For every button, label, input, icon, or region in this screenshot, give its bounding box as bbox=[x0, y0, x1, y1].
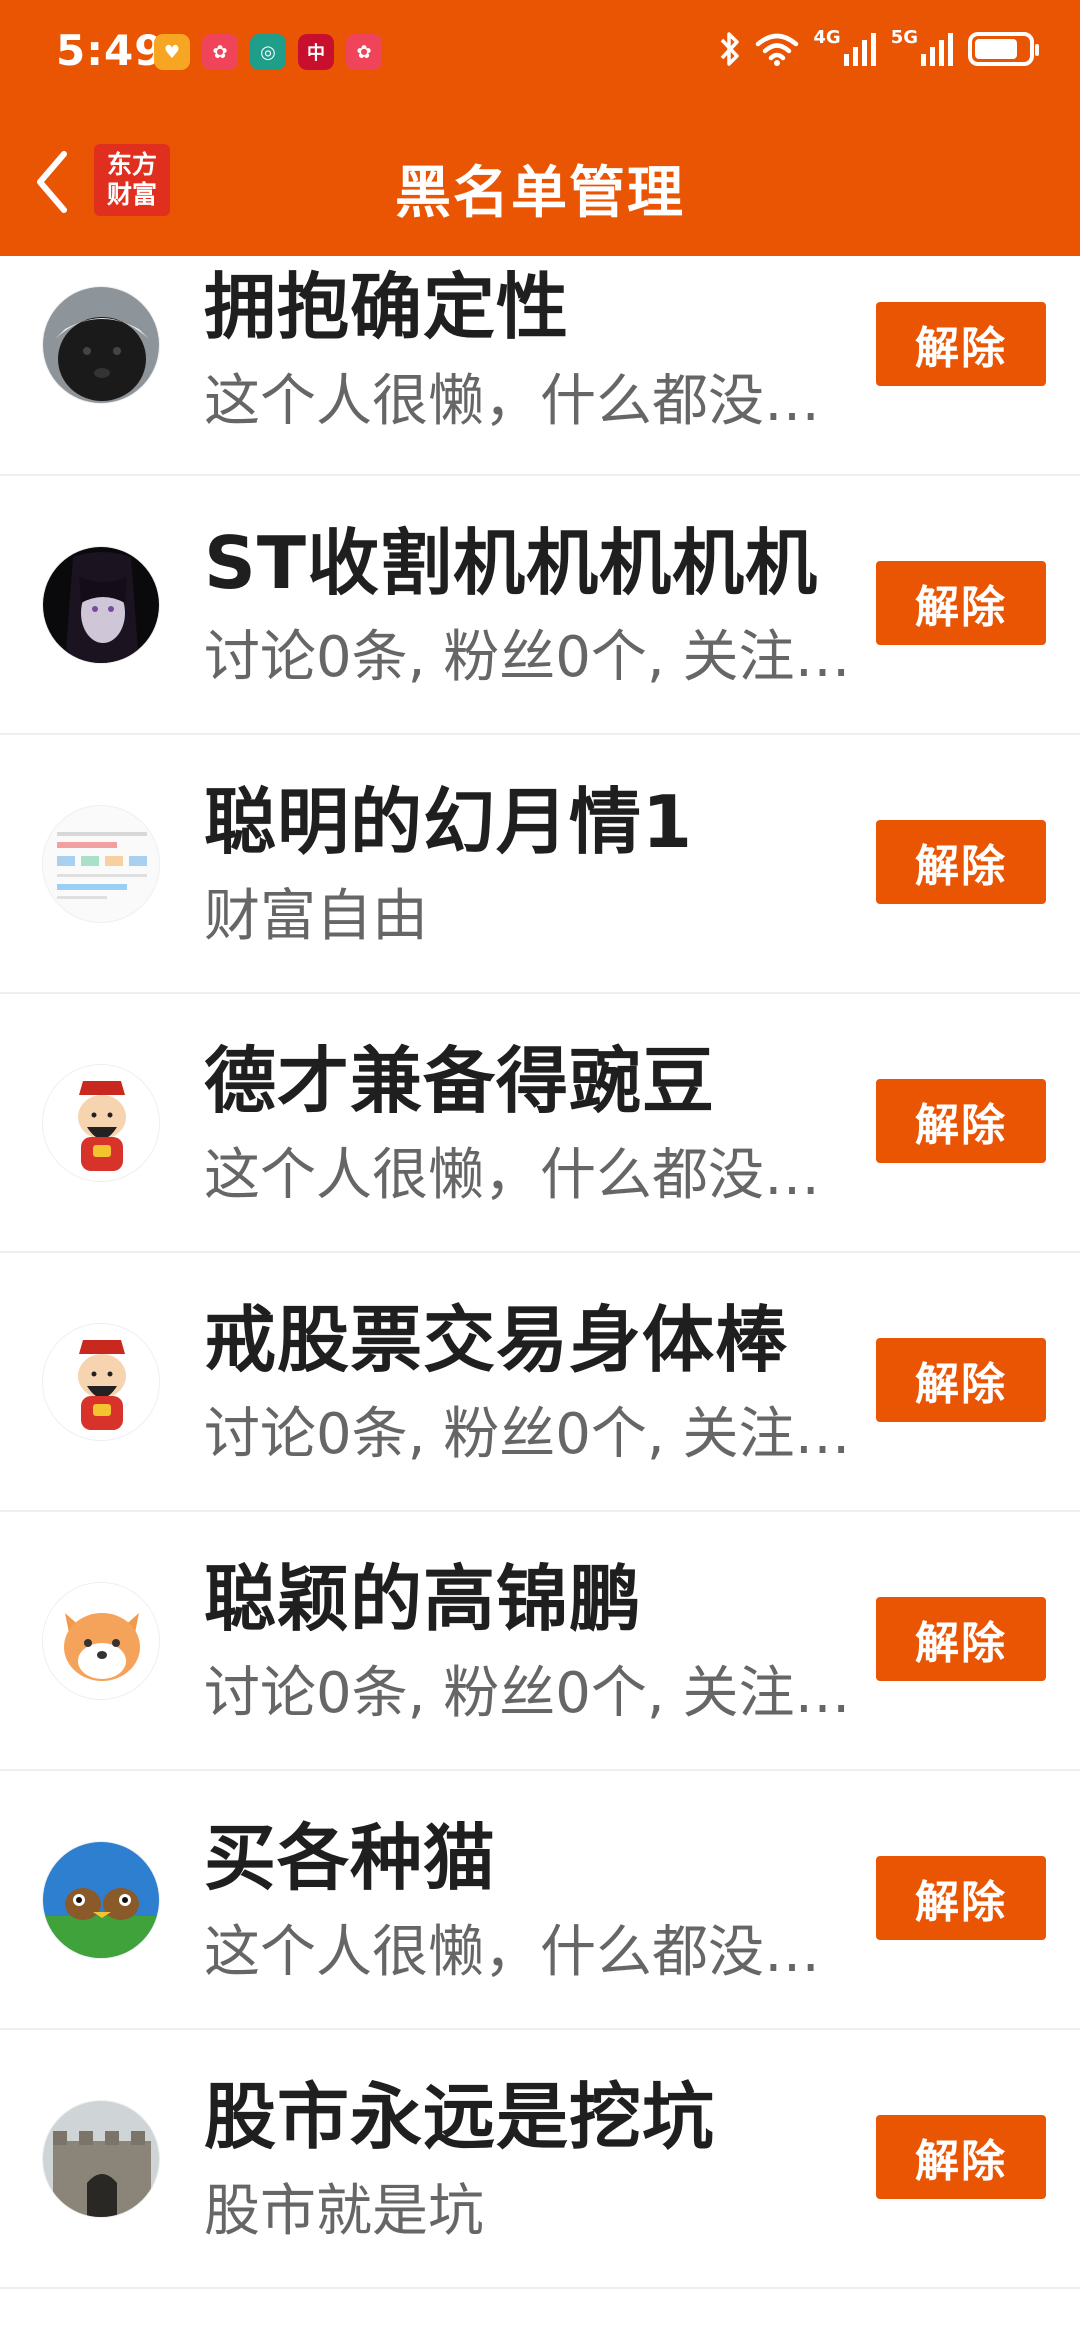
nav-bar: 东方 财富 黑名单管理 bbox=[0, 120, 1080, 240]
list-item: 聪明的幻月情1 财富自由 解除 bbox=[0, 735, 1080, 994]
user-description: 股市就是坑 bbox=[204, 2179, 484, 2244]
remove-button[interactable]: 解除 bbox=[876, 2115, 1046, 2199]
bank-app-icon: ◎ bbox=[250, 34, 286, 70]
user-name[interactable]: 戒股票交易身体棒 bbox=[204, 1281, 788, 1386]
status-indicators: 4G 5G bbox=[719, 26, 1039, 68]
user-description: 财富自由 bbox=[204, 884, 428, 949]
avatar bbox=[42, 1841, 160, 1959]
network-type-label: 5G bbox=[890, 26, 918, 48]
remove-button[interactable]: 解除 bbox=[876, 1079, 1046, 1163]
avatar bbox=[42, 1064, 160, 1182]
battery-icon bbox=[968, 32, 1039, 66]
page-title: 黑名单管理 bbox=[395, 161, 685, 226]
remove-button[interactable]: 解除 bbox=[876, 1597, 1046, 1681]
user-name[interactable]: 股市永远是挖坑 bbox=[204, 2058, 715, 2163]
top-bar: 5:49 ♥ ✿ ◎ 中 ✿ 4G 5G 东方 财富 黑名单管理 bbox=[0, 0, 1080, 256]
battery-level bbox=[975, 39, 1017, 59]
list-item: 买各种猫 这个人很懒，什么都没有留下 解除 bbox=[0, 1771, 1080, 2030]
status-app-icons: ♥ ✿ ◎ 中 ✿ bbox=[154, 34, 382, 70]
user-name[interactable]: 聪颖的高锦鹏 bbox=[204, 1540, 642, 1645]
user-name[interactable]: ST收割机机机机机 bbox=[204, 504, 818, 609]
user-name[interactable]: 拥抱确定性 bbox=[204, 248, 569, 353]
user-description: 这个人很懒，什么都没有留下 bbox=[204, 1920, 854, 1985]
avatar bbox=[42, 2100, 160, 2218]
status-time: 5:49 bbox=[56, 26, 165, 75]
remove-button[interactable]: 解除 bbox=[876, 302, 1046, 386]
list-item: 德才兼备得豌豆 这个人很懒，什么都没有留下 解除 bbox=[0, 994, 1080, 1253]
user-name[interactable]: 买各种猫 bbox=[204, 1799, 496, 1904]
user-description: 讨论0条, 粉丝0个, 关注0人 bbox=[204, 625, 854, 690]
status-bar: 5:49 ♥ ✿ ◎ 中 ✿ 4G 5G bbox=[0, 0, 1080, 110]
user-name[interactable]: 德才兼备得豌豆 bbox=[204, 1022, 715, 1127]
list-item: 戒股票交易身体棒 讨论0条, 粉丝0个, 关注0人 解除 bbox=[0, 1253, 1080, 1512]
avatar bbox=[42, 1323, 160, 1441]
signal-icon bbox=[921, 33, 953, 66]
list-item: ST收割机机机机机 讨论0条, 粉丝0个, 关注0人 解除 bbox=[0, 476, 1080, 735]
avatar bbox=[42, 286, 160, 404]
signal-icon bbox=[843, 33, 876, 66]
user-description: 讨论0条, 粉丝0个, 关注0人 bbox=[204, 1661, 854, 1726]
user-description: 讨论0条, 粉丝0个, 关注0人 bbox=[204, 1402, 854, 1467]
user-description: 这个人很懒，什么都没有留下 bbox=[204, 1143, 854, 1208]
user-description: 这个人很懒，什么都没有留下 bbox=[204, 369, 854, 434]
remove-button[interactable]: 解除 bbox=[876, 561, 1046, 645]
bluetooth-icon bbox=[721, 32, 740, 66]
heart-app-icon: ♥ bbox=[154, 34, 190, 70]
list-item: 聪颖的高锦鹏 讨论0条, 粉丝0个, 关注0人 解除 bbox=[0, 1512, 1080, 1771]
huawei-app-icon: ✿ bbox=[202, 34, 238, 70]
list-item: 拥抱确定性 这个人很懒，什么都没有留下 解除 bbox=[0, 256, 1080, 476]
china-bank-app-icon: 中 bbox=[298, 34, 334, 70]
network-type-label: 4G bbox=[813, 26, 841, 48]
avatar bbox=[42, 546, 160, 664]
wifi-icon bbox=[756, 33, 799, 66]
remove-button[interactable]: 解除 bbox=[876, 820, 1046, 904]
blacklist: 拥抱确定性 这个人很懒，什么都没有留下 解除 ST收割机机机机机 讨论0条, 粉… bbox=[0, 256, 1080, 2289]
huawei-app-icon: ✿ bbox=[346, 34, 382, 70]
list-item: 股市永远是挖坑 股市就是坑 解除 bbox=[0, 2030, 1080, 2289]
avatar bbox=[42, 1582, 160, 1700]
remove-button[interactable]: 解除 bbox=[876, 1338, 1046, 1422]
avatar bbox=[42, 805, 160, 923]
user-name[interactable]: 聪明的幻月情1 bbox=[204, 763, 693, 868]
remove-button[interactable]: 解除 bbox=[876, 1856, 1046, 1940]
